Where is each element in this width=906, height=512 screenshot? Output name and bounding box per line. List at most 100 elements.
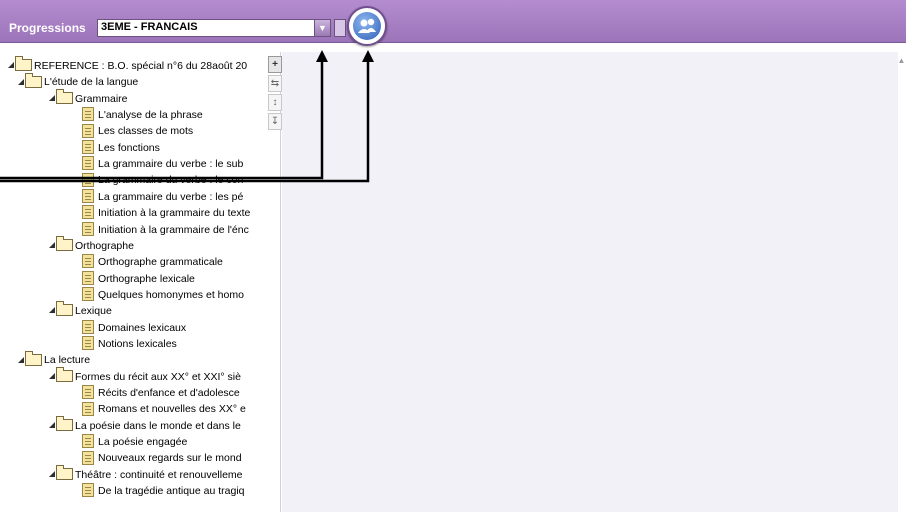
tree-item-label: Romans et nouvelles des XX° e <box>98 403 246 416</box>
add-icon[interactable]: + <box>268 56 282 73</box>
tree-folder[interactable]: REFERENCE : B.O. spécial n°6 du 28août 2… <box>8 56 248 74</box>
collapse-icon[interactable]: ↧ <box>268 113 282 130</box>
tree-item-label: Quelques homonymes et homo <box>98 288 244 301</box>
document-icon <box>82 254 94 269</box>
tree-item-label: Orthographe lexicale <box>98 272 195 285</box>
tree-folder[interactable]: Orthographe <box>49 236 134 254</box>
expand-arrow-icon[interactable] <box>49 470 55 477</box>
expand-arrow-icon[interactable] <box>18 356 24 363</box>
tree-leaf[interactable]: Les classes de mots <box>82 123 193 139</box>
tree-item-label: De la tragédie antique au tragiq <box>98 485 245 498</box>
tree-item-label: Notions lexicales <box>98 337 177 350</box>
tree-item-label: Initiation à la grammaire de l'énc <box>98 223 249 236</box>
tree-item-label: La poésie dans le monde et dans le <box>75 419 241 432</box>
tree-leaf[interactable]: De la tragédie antique au tragiq <box>82 483 245 499</box>
tree-leaf[interactable]: La grammaire du verbe : les pé <box>82 189 243 205</box>
document-icon <box>82 483 94 498</box>
expand-arrow-icon[interactable] <box>49 94 55 101</box>
tree-item-label: Grammaire <box>75 92 128 105</box>
folder-icon <box>56 415 73 431</box>
tree-leaf[interactable]: La poésie engagée <box>82 434 187 450</box>
folder-icon <box>56 366 73 382</box>
tree-item-label: Les fonctions <box>98 141 160 154</box>
tree-leaf[interactable]: Orthographe lexicale <box>82 270 195 287</box>
tree-leaf[interactable]: Orthographe grammaticale <box>82 254 223 270</box>
tree-item-label: La poésie engagée <box>98 436 188 449</box>
folder-icon <box>56 464 73 480</box>
tree-folder[interactable]: Formes du récit aux XX° et XXI° siè <box>49 366 241 385</box>
tree-leaf[interactable]: Notions lexicales <box>82 336 177 352</box>
tree-item-label: Domaines lexicaux <box>98 321 187 334</box>
tree-leaf[interactable]: La grammaire du verbe : le sub <box>82 156 243 172</box>
tree-folder[interactable]: La lecture <box>18 350 91 368</box>
tree-item-label: Lexique <box>75 305 112 318</box>
tree-leaf[interactable]: Nouveaux regards sur le mond <box>82 450 242 466</box>
tree-leaf[interactable]: Romans et nouvelles des XX° e <box>82 401 246 417</box>
tree-leaf[interactable]: Initiation à la grammaire de l'énc <box>82 221 249 238</box>
users-button[interactable] <box>347 6 387 46</box>
page-title: Progressions <box>9 21 86 35</box>
tree-tools: + ⇆ ↕ ↧ <box>268 56 282 132</box>
tree-folder[interactable]: Théâtre : continuité et renouvelleme <box>49 464 243 483</box>
scroll-up-icon[interactable]: ▲ <box>897 56 906 65</box>
document-icon <box>82 434 94 449</box>
expand-arrow-icon[interactable] <box>49 307 55 314</box>
tree-leaf[interactable]: La grammaire du verbe : le con <box>82 172 243 188</box>
move-icon[interactable]: ↕ <box>268 94 282 111</box>
folder-icon <box>56 88 73 104</box>
document-icon <box>82 385 94 400</box>
top-toolbar: Progressions 3EME - FRANCAIS ▼ <box>0 0 906 46</box>
expand-arrow-icon[interactable] <box>18 78 24 85</box>
document-icon <box>82 156 94 171</box>
document-icon <box>82 270 94 285</box>
tree-leaf[interactable]: Quelques homonymes et homo <box>82 287 244 303</box>
tree-panel: REFERENCE : B.O. spécial n°6 du 28août 2… <box>6 52 281 512</box>
tree-leaf[interactable]: Initiation à la grammaire du texte <box>82 205 250 221</box>
expand-arrow-icon[interactable] <box>49 421 55 428</box>
tree-item-label: L'étude de la langue <box>44 76 139 89</box>
document-icon <box>82 287 94 302</box>
tree-item-label: Les classes de mots <box>98 125 194 138</box>
tree-folder[interactable]: Grammaire <box>49 88 128 107</box>
users-icon <box>353 12 381 40</box>
swap-icon[interactable]: ⇆ <box>268 75 282 92</box>
document-icon <box>82 205 94 220</box>
tree-leaf[interactable]: Domaines lexicaux <box>82 319 187 336</box>
tree-item-label: La lecture <box>44 354 91 367</box>
progression-select[interactable]: 3EME - FRANCAIS ▼ <box>97 19 331 37</box>
tree-folder[interactable]: L'étude de la langue <box>18 72 139 90</box>
folder-icon <box>15 56 32 72</box>
progression-select-value: 3EME - FRANCAIS <box>101 21 198 33</box>
document-icon <box>82 189 94 204</box>
tree-folder[interactable]: Lexique <box>49 301 112 319</box>
tree-item-label: Nouveaux regards sur le mond <box>98 452 242 465</box>
tree-item-label: La grammaire du verbe : le sub <box>98 158 244 171</box>
expand-arrow-icon[interactable] <box>8 62 14 69</box>
tree-folder[interactable]: La poésie dans le monde et dans le <box>49 415 241 434</box>
folder-icon <box>25 72 42 88</box>
document-icon <box>82 123 94 138</box>
chevron-down-icon[interactable]: ▼ <box>314 20 330 36</box>
tree-item-label: La grammaire du verbe : le con <box>98 174 244 187</box>
tree-item-label: La grammaire du verbe : les pé <box>98 190 244 203</box>
tree-leaf[interactable]: L'analyse de la phrase <box>82 107 203 123</box>
tree-item-label: Théâtre : continuité et renouvelleme <box>75 468 243 481</box>
document-icon <box>82 336 94 351</box>
tree-item-label: Orthographe grammaticale <box>98 256 223 269</box>
tree-item-label: Formes du récit aux XX° et XXI° siè <box>75 370 241 383</box>
tree-item-label: Récits d'enfance et d'adolesce <box>98 387 240 399</box>
document-icon <box>82 319 94 334</box>
options-button[interactable] <box>334 19 346 37</box>
expand-arrow-icon[interactable] <box>49 372 55 379</box>
document-icon <box>82 450 94 465</box>
folder-icon <box>25 350 42 366</box>
document-icon <box>82 221 94 236</box>
expand-arrow-icon[interactable] <box>49 242 55 249</box>
document-icon <box>82 107 94 122</box>
tree-leaf[interactable]: Récits d'enfance et d'adolesce <box>82 385 240 401</box>
document-icon <box>82 139 94 154</box>
tree-leaf[interactable]: Les fonctions <box>82 139 160 156</box>
tree-item-label: REFERENCE : B.O. spécial n°6 du 28août 2… <box>34 60 248 72</box>
document-icon <box>82 401 94 416</box>
tree-item-label: Initiation à la grammaire du texte <box>98 207 251 220</box>
